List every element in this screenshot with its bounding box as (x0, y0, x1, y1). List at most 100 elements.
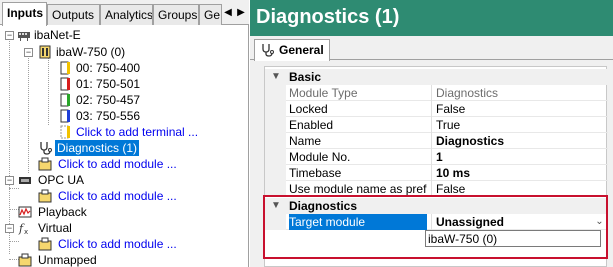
page-title: Diagnostics (1) (250, 0, 613, 36)
left-panel: Inputs Outputs Analytics Groups Ge ◀ ▶ −… (0, 0, 249, 267)
target-module-dropdown-list: ibaW-750 (0) (425, 230, 601, 247)
property-name: Locked (289, 102, 328, 116)
tab-inputs[interactable]: Inputs (2, 2, 47, 26)
property-value[interactable]: False (431, 101, 606, 117)
category-basic[interactable]: ▼ Basic (265, 69, 608, 85)
chevron-down-icon[interactable]: ⌄ (593, 215, 606, 228)
tab-outputs[interactable]: Outputs (47, 4, 100, 25)
property-name: Enabled (289, 118, 334, 132)
add-module-link[interactable]: Click to add module ... (58, 236, 177, 252)
property-row-module-no[interactable]: Module No. 1 (265, 149, 608, 165)
playback-icon (18, 206, 32, 218)
tree-node-add-module[interactable]: Click to add module ... (0, 188, 248, 204)
tree-label: OPC UA (38, 173, 85, 187)
tab-general-label: General (279, 43, 324, 57)
tree-node-terminal-03[interactable]: 03: 750-556 (0, 108, 248, 124)
terminal-icon (60, 61, 70, 75)
terminal-icon (60, 109, 70, 123)
signal-tree: − ibaNet-E − ibaW-750 (0) 00: 750-400 01… (0, 26, 248, 267)
tab-general-truncated[interactable]: Ge (199, 4, 222, 25)
property-row-locked[interactable]: Locked False (265, 101, 608, 117)
chevron-down-icon[interactable]: ▼ (271, 69, 281, 85)
property-row-enabled[interactable]: Enabled True (265, 117, 608, 133)
tree-node-terminal-01[interactable]: 01: 750-501 (0, 76, 248, 92)
property-row-use-module-name-prefix[interactable]: Use module name as prefix False (265, 181, 608, 197)
tab-analytics[interactable]: Analytics (100, 4, 153, 25)
collapse-icon[interactable]: − (5, 176, 14, 185)
left-tab-strip: Inputs Outputs Analytics Groups Ge ◀ ▶ (0, 0, 249, 26)
tree-label: ibaW-750 (0) (56, 45, 126, 59)
unmapped-icon (18, 253, 32, 267)
row-gutter (265, 117, 286, 133)
collapse-icon[interactable]: − (5, 224, 14, 233)
tree-node-ibaw-750[interactable]: − ibaW-750 (0) (0, 44, 248, 60)
tree-node-playback[interactable]: Playback (0, 204, 248, 220)
tab-groups[interactable]: Groups (153, 4, 199, 25)
tab-scroll-right-icon[interactable]: ▶ (235, 6, 247, 20)
tree-node-opc-ua[interactable]: − OPC UA (0, 172, 248, 188)
property-row-name[interactable]: Name Diagnostics (265, 133, 608, 149)
svg-text:x: x (24, 228, 28, 235)
row-gutter (265, 214, 286, 230)
add-module-icon (38, 189, 52, 203)
tab-general[interactable]: General (254, 39, 330, 61)
property-name: Module Type (289, 86, 358, 100)
add-module-link[interactable]: Click to add module ... (58, 156, 177, 172)
tree-label: Unmapped (38, 253, 97, 267)
tree-node-add-terminal[interactable]: Click to add terminal ... (0, 124, 248, 140)
tree-label: 01: 750-501 (76, 77, 141, 91)
add-module-link[interactable]: Click to add module ... (58, 188, 177, 204)
add-terminal-icon (60, 125, 70, 139)
tree-node-diagnostics[interactable]: Diagnostics (1) (0, 140, 248, 156)
tree-label: Playback (38, 205, 87, 219)
property-value[interactable]: Diagnostics (431, 133, 606, 149)
terminal-icon (60, 93, 70, 107)
stethoscope-icon (40, 142, 52, 155)
target-module-select[interactable]: Unassigned (431, 214, 606, 230)
category-label: Basic (289, 70, 322, 84)
add-module-icon (38, 157, 52, 171)
property-name: Timebase (289, 166, 342, 180)
tree-label: 02: 750-457 (76, 93, 141, 107)
property-row-timebase[interactable]: Timebase 10 ms (265, 165, 608, 181)
right-panel: Diagnostics (1) General ▼ Basic Module T… (250, 0, 613, 267)
property-value[interactable]: False (431, 181, 606, 197)
property-row-target-module[interactable]: Target module Unassigned ⌄ (265, 214, 608, 230)
dropdown-option[interactable]: ibaW-750 (0) (428, 232, 497, 246)
tree-node-unmapped[interactable]: Unmapped (0, 252, 248, 267)
network-icon (18, 32, 30, 41)
chevron-down-icon[interactable]: ▼ (271, 198, 281, 214)
tree-label: Virtual (38, 221, 72, 235)
stethoscope-icon (262, 44, 274, 57)
add-terminal-link[interactable]: Click to add terminal ... (76, 124, 198, 140)
property-name-selected: Target module (289, 214, 427, 230)
property-name: Use module name as prefix (289, 182, 427, 196)
row-gutter (265, 149, 286, 165)
row-gutter (265, 85, 286, 101)
row-gutter (265, 165, 286, 181)
device-icon (39, 45, 51, 59)
row-gutter (265, 133, 286, 149)
category-diagnostics[interactable]: ▼ Diagnostics (265, 198, 608, 214)
tab-scroll-left-icon[interactable]: ◀ (222, 6, 234, 20)
category-label: Diagnostics (289, 199, 358, 213)
add-module-icon (38, 237, 52, 251)
tree-label: 03: 750-556 (76, 109, 141, 123)
tree-label: ibaNet-E (34, 28, 81, 42)
property-value[interactable]: 1 (431, 149, 606, 165)
property-value[interactable]: True (431, 117, 606, 133)
tree-node-add-module[interactable]: Click to add module ... (0, 236, 248, 252)
property-value[interactable]: 10 ms (431, 165, 606, 181)
row-gutter (265, 101, 286, 117)
property-row-module-type[interactable]: Module Type Diagnostics (265, 85, 608, 101)
tree-label-selected: Diagnostics (1) (55, 140, 140, 156)
property-value: Diagnostics (431, 85, 606, 101)
tree-node-terminal-02[interactable]: 02: 750-457 (0, 92, 248, 108)
property-name: Module No. (289, 150, 351, 164)
tree-node-terminal-00[interactable]: 00: 750-400 (0, 60, 248, 76)
tree-node-add-module[interactable]: Click to add module ... (0, 156, 248, 172)
tree-node-ibanet-e[interactable]: − ibaNet-E (0, 27, 248, 43)
collapse-icon[interactable]: − (5, 31, 14, 40)
collapse-icon[interactable]: − (24, 48, 33, 57)
tree-node-virtual[interactable]: − f x Virtual (0, 220, 248, 236)
